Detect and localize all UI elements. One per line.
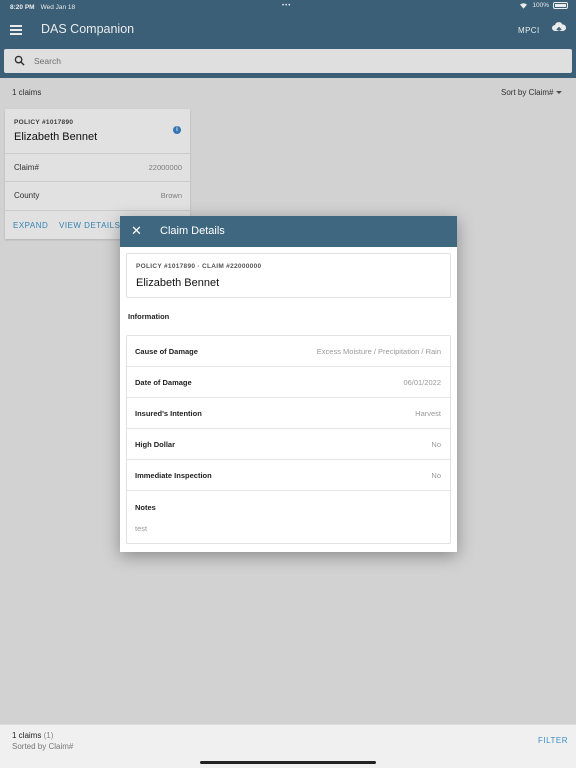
dialog-header: ✕ Claim Details <box>120 216 457 247</box>
detail-value: 06/01/2022 <box>403 378 441 387</box>
insured-name: Elizabeth Bennet <box>136 277 220 289</box>
detail-value: Harvest <box>415 409 441 418</box>
detail-value: No <box>431 440 441 449</box>
footer-count-text: 1 claims <box>12 731 42 740</box>
detail-value: No <box>431 471 441 480</box>
notes-label: Notes <box>135 503 156 512</box>
detail-label: Cause of Damage <box>135 347 198 356</box>
bottom-bar: 1 claims (1) Sorted by Claim# FILTER <box>0 724 576 768</box>
notes-value: test <box>135 524 148 533</box>
detail-row-cause: Cause of Damage Excess Moisture / Precip… <box>127 336 450 367</box>
footer-count-total: (1) <box>43 731 54 740</box>
detail-row-date: Date of Damage 06/01/2022 <box>127 367 450 398</box>
detail-row-intention: Insured's Intention Harvest <box>127 398 450 429</box>
policy-summary: POLICY #1017890 · CLAIM #22000000 Elizab… <box>126 253 451 298</box>
detail-label: Insured's Intention <box>135 409 202 418</box>
footer-count: 1 claims (1) <box>12 731 53 740</box>
section-heading: Information <box>128 312 170 321</box>
detail-label: Date of Damage <box>135 378 192 387</box>
detail-label: Immediate Inspection <box>135 471 212 480</box>
dialog-title: Claim Details <box>160 225 225 237</box>
detail-row-high-dollar: High Dollar No <box>127 429 450 460</box>
details-list: Cause of Damage Excess Moisture / Precip… <box>126 335 451 544</box>
footer-sorted: Sorted by Claim# <box>12 742 74 751</box>
detail-row-inspection: Immediate Inspection No <box>127 460 450 491</box>
detail-value: Excess Moisture / Precipitation / Rain <box>316 347 441 356</box>
policy-claim-number: POLICY #1017890 · CLAIM #22000000 <box>136 263 262 270</box>
close-icon[interactable]: ✕ <box>131 224 142 238</box>
detail-label: High Dollar <box>135 440 176 449</box>
filter-button[interactable]: FILTER <box>538 736 568 745</box>
home-indicator[interactable] <box>200 761 376 764</box>
claim-details-dialog: ✕ Claim Details POLICY #1017890 · CLAIM … <box>120 216 457 552</box>
